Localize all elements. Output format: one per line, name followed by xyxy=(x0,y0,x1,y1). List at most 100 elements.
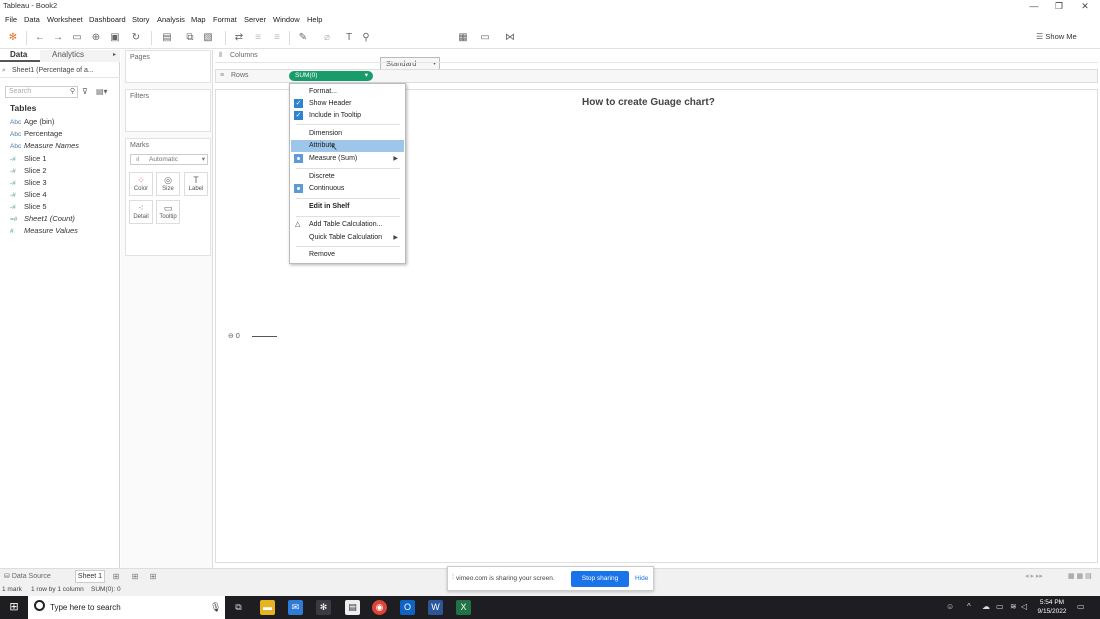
chrome-icon[interactable]: ◉ xyxy=(372,600,387,615)
menu-item-measure[interactable]: Measure (Sum) ▶ xyxy=(291,153,404,165)
sheet-nav-icon[interactable]: ◂ ▸ ▸▸ xyxy=(1025,572,1043,580)
field-item[interactable]: -# Slice 1 xyxy=(10,153,47,165)
share-icon[interactable]: ⋈ xyxy=(503,31,517,45)
field-item[interactable]: =# Sheet1 (Count) xyxy=(10,213,75,225)
system-clock[interactable]: 5:54 PM 9/15/2022 xyxy=(1030,598,1074,616)
maximize-button[interactable]: ❐ xyxy=(1046,0,1072,13)
sheet-tab[interactable]: Sheet 1 xyxy=(75,570,105,583)
pin-icon[interactable]: ⚲ xyxy=(359,31,373,45)
task-view-icon[interactable]: ⧉ xyxy=(231,600,246,615)
menu-worksheet[interactable]: Worksheet xyxy=(47,15,83,24)
minimize-button[interactable]: — xyxy=(1021,0,1047,13)
save-icon[interactable]: ▭ xyxy=(70,31,84,45)
wifi-icon[interactable]: ≋ xyxy=(1010,602,1017,611)
presentation-icon[interactable]: ▭ xyxy=(478,31,492,45)
mail-icon[interactable]: ✉ xyxy=(288,600,303,615)
windows-start-icon[interactable]: ⊞ xyxy=(0,596,28,619)
redo-icon[interactable]: → xyxy=(51,31,65,45)
menu-format[interactable]: Format xyxy=(213,15,237,24)
menu-item-include-tooltip[interactable]: ✓ Include in Tooltip xyxy=(291,110,404,122)
menu-map[interactable]: Map xyxy=(191,15,206,24)
sort-ascending-icon[interactable]: ≡ xyxy=(251,31,265,45)
swap-icon[interactable]: ⇄ xyxy=(232,31,246,45)
field-item[interactable]: -# Slice 3 xyxy=(10,177,47,189)
field-item[interactable]: Abc Measure Names xyxy=(10,140,79,152)
menu-item-show-header[interactable]: ✓ Show Header xyxy=(291,98,404,110)
new-worksheet-icon[interactable]: ⊞ xyxy=(111,572,121,582)
labels-icon[interactable]: T xyxy=(342,31,356,45)
show-cards-icon[interactable]: ▦ xyxy=(456,31,470,45)
hide-button[interactable]: Hide xyxy=(635,575,648,582)
menu-item-dimension[interactable]: Dimension xyxy=(291,128,404,140)
field-item[interactable]: -# Slice 2 xyxy=(10,165,47,177)
notepad-icon[interactable]: ▤ xyxy=(345,600,360,615)
new-worksheet-icon[interactable]: ▤ xyxy=(160,31,174,45)
new-datasource-icon[interactable]: ⊕ xyxy=(89,31,103,45)
detail-button[interactable]: ⁖ Detail xyxy=(129,200,153,224)
tab-analytics[interactable]: Analytics ▸ xyxy=(40,50,120,62)
show-me-button[interactable]: ☰ Show Me xyxy=(1036,30,1092,44)
new-dashboard-icon[interactable]: ⊞ xyxy=(130,572,140,582)
microphone-icon[interactable]: 🎙 xyxy=(210,602,221,613)
field-item[interactable]: -# Slice 4 xyxy=(10,189,47,201)
drag-handle-icon[interactable]: ⁞ xyxy=(452,574,454,581)
duplicate-sheet-icon[interactable]: ⧉ xyxy=(183,31,197,45)
menu-item-edit-in-shelf[interactable]: Edit in Shelf xyxy=(291,201,404,213)
search-input[interactable]: Search ⚲ xyxy=(5,86,78,98)
stop-sharing-button[interactable]: Stop sharing xyxy=(571,571,629,587)
clear-sheet-icon[interactable]: ▧ xyxy=(201,31,215,45)
excel-icon[interactable]: X xyxy=(456,600,471,615)
word-icon[interactable]: W xyxy=(428,600,443,615)
sort-descending-icon[interactable]: ≡ xyxy=(270,31,284,45)
close-button[interactable]: ✕ xyxy=(1072,0,1098,13)
field-item[interactable]: Abc Age (bin) xyxy=(10,116,54,128)
menu-dashboard[interactable]: Dashboard xyxy=(89,15,126,24)
columns-shelf[interactable]: ⦀ Columns xyxy=(215,50,1098,63)
sum-pill[interactable]: SUM(0) ▾ xyxy=(289,71,373,81)
tab-data[interactable]: Data xyxy=(0,50,40,62)
datasource-item[interactable]: ⌕ Sheet1 (Percentage of a... xyxy=(0,64,120,78)
menu-server[interactable]: Server xyxy=(244,15,266,24)
field-item[interactable]: -# Slice 5 xyxy=(10,201,47,213)
grid-view-icon[interactable]: ▦ ▦ ▤ xyxy=(1068,572,1092,580)
mark-type-select[interactable]: ıl Automatic ▾ xyxy=(130,154,208,165)
battery-icon[interactable]: ▭ xyxy=(996,602,1004,611)
outlook-icon[interactable]: O xyxy=(400,600,415,615)
menu-item-format[interactable]: Format... xyxy=(291,86,404,98)
new-story-icon[interactable]: ⊞ xyxy=(148,572,158,582)
menu-item-discrete[interactable]: Discrete xyxy=(291,171,404,183)
tableau-app-icon[interactable]: ✻ xyxy=(316,600,331,615)
menu-item-add-table-calc[interactable]: △ Add Table Calculation... xyxy=(291,219,404,231)
menu-item-attribute[interactable]: Attribute ↖ xyxy=(291,140,404,152)
undo-icon[interactable]: ← xyxy=(33,31,47,45)
taskbar-search[interactable]: Type here to search 🎙 xyxy=(28,596,225,619)
view-options-icon[interactable]: ▤▾ xyxy=(96,87,108,96)
file-explorer-icon[interactable]: ▬ xyxy=(260,600,275,615)
menu-item-remove[interactable]: Remove xyxy=(291,249,404,261)
menu-window[interactable]: Window xyxy=(273,15,300,24)
cloud-icon[interactable]: ☁ xyxy=(982,602,990,611)
people-icon[interactable]: ☺ xyxy=(946,602,954,611)
highlight-icon[interactable]: ✎ xyxy=(296,31,310,45)
field-item[interactable]: Abc Percentage xyxy=(10,128,62,140)
tooltip-button[interactable]: ▭ Tooltip xyxy=(156,200,180,224)
color-button[interactable]: ⁘ Color xyxy=(129,172,153,196)
data-source-tab[interactable]: ⛁ Data Source xyxy=(4,572,51,580)
refresh-icon[interactable]: ↻ xyxy=(129,31,143,45)
volume-icon[interactable]: ◁ xyxy=(1021,602,1027,611)
menu-file[interactable]: File xyxy=(5,15,17,24)
menu-item-continuous[interactable]: Continuous xyxy=(291,183,404,195)
pause-updates-icon[interactable]: ▣ xyxy=(108,31,122,45)
notifications-icon[interactable]: ▭ xyxy=(1077,602,1085,611)
chevron-up-icon[interactable]: ^ xyxy=(967,602,971,611)
label-button[interactable]: T Label xyxy=(184,172,208,196)
filters-card[interactable]: Filters xyxy=(125,89,211,132)
group-icon[interactable]: ⌀ xyxy=(320,31,334,45)
field-item[interactable]: # Measure Values xyxy=(10,225,78,237)
menu-analysis[interactable]: Analysis xyxy=(157,15,185,24)
filter-icon[interactable]: ⊽ xyxy=(82,87,88,96)
pages-card[interactable]: Pages xyxy=(125,50,211,83)
menu-item-quick-table-calc[interactable]: Quick Table Calculation ▶ xyxy=(291,232,404,244)
size-button[interactable]: ◎ Size xyxy=(156,172,180,196)
menu-help[interactable]: Help xyxy=(307,15,322,24)
